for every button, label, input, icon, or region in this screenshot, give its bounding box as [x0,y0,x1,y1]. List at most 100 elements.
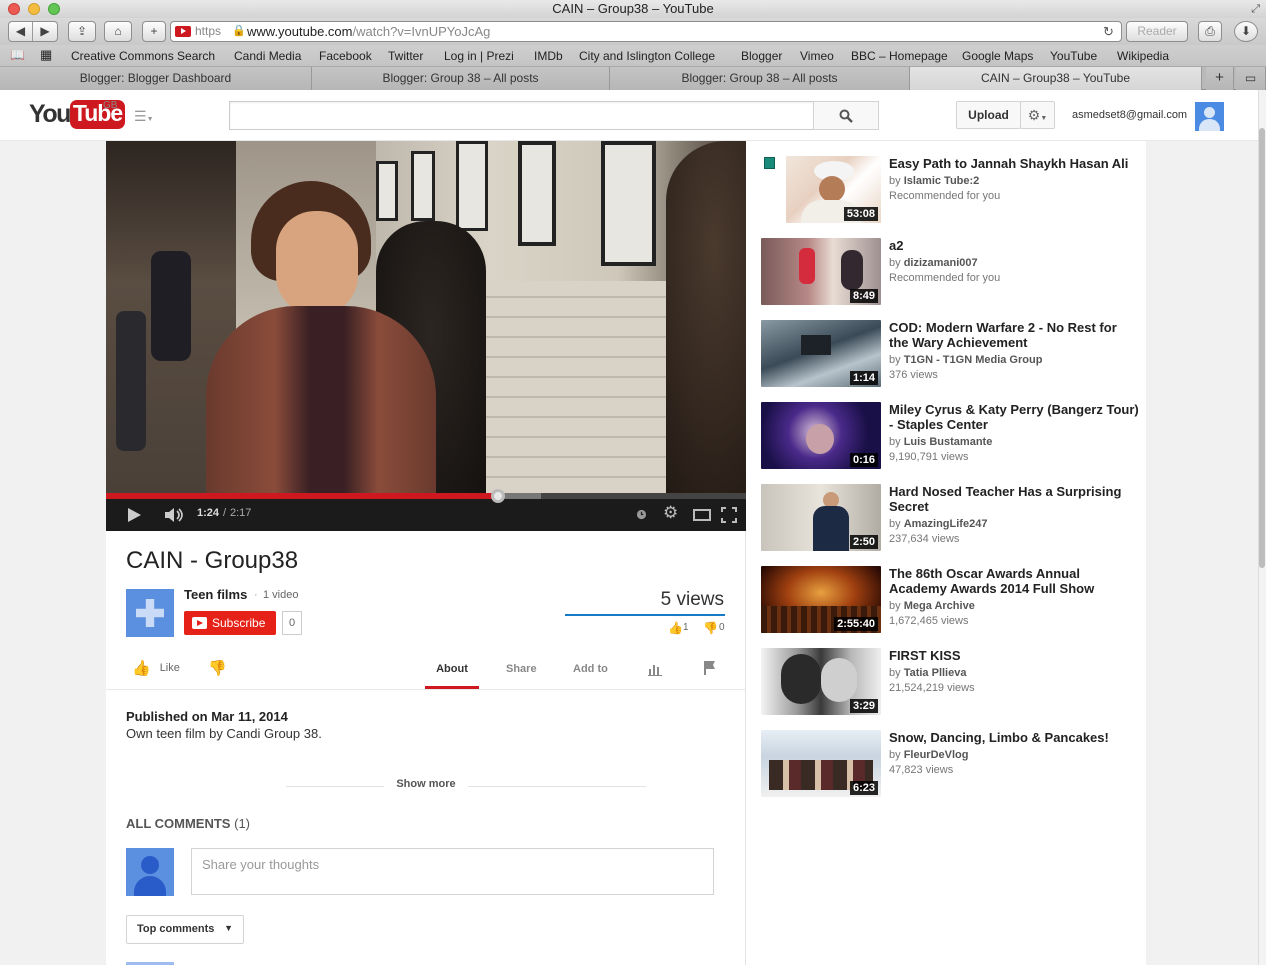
like-button[interactable]: 👍 Like [132,659,180,677]
channel-link[interactable]: AmazingLife247 [904,518,988,530]
video-thumbnail[interactable]: 8:49 [761,238,881,305]
reader-button[interactable]: Reader [1126,21,1188,42]
tab-blogger-posts-2[interactable]: Blogger: Group 38 – All posts [610,67,910,90]
volume-icon[interactable] [164,507,186,523]
subscribe-button[interactable]: Subscribe [184,611,276,635]
sort-comments-dropdown[interactable]: Top comments ▼ [126,915,244,944]
video-title[interactable]: Hard Nosed Teacher Has a Surprising Secr… [889,484,1139,514]
bookmark-item[interactable]: City and Islington College [579,49,715,63]
related-video-item[interactable]: 8:49 a2 by dizizamani007 Recommended for… [761,238,1141,306]
bookmark-item[interactable]: Wikipedia [1117,49,1169,63]
minimize-window-button[interactable] [28,3,40,15]
bookmark-item[interactable]: Blogger [741,49,782,63]
channel-link[interactable]: Luis Bustamante [904,436,993,448]
search-input[interactable] [229,101,814,130]
account-email[interactable]: asmedset8@gmail.com [1072,109,1187,121]
video-thumbnail[interactable]: 2:50 [761,484,881,551]
video-thumbnail[interactable]: 53:08 [786,156,881,223]
tab-share[interactable]: Share [506,663,537,675]
search-button[interactable] [813,101,879,130]
channel-link[interactable]: Mega Archive [904,600,975,612]
bookmark-item[interactable]: Creative Commons Search [71,49,215,63]
watch-later-icon[interactable] [636,509,647,520]
tab-blogger-dashboard[interactable]: Blogger: Blogger Dashboard [0,67,312,90]
comment-input[interactable]: Share your thoughts [191,848,714,895]
bookmark-item[interactable]: Facebook [319,49,372,63]
video-title[interactable]: a2 [889,238,1139,253]
tab-about[interactable]: About [425,656,479,689]
video-thumbnail[interactable]: 0:16 [761,402,881,469]
play-icon[interactable] [126,507,142,523]
video-thumbnail[interactable]: 2:55:40 [761,566,881,633]
video-thumbnail[interactable]: 3:29 [761,648,881,715]
thumbs-down-icon[interactable]: 👎 [208,659,227,677]
statistics-icon[interactable] [648,662,662,676]
reload-icon[interactable]: ↻ [1103,22,1114,41]
video-title[interactable]: Easy Path to Jannah Shaykh Hasan Ali [889,156,1139,171]
scrubber-handle[interactable] [491,489,506,503]
channel-link[interactable]: FleurDeVlog [904,749,969,761]
bookmark-item[interactable]: Twitter [388,49,423,63]
fullscreen-icon[interactable] [721,507,737,523]
avatar[interactable] [1195,102,1224,131]
fullscreen-icon[interactable]: ⤢ [1251,0,1260,18]
tab-youtube-active[interactable]: CAIN – Group38 – YouTube [910,67,1202,90]
top-sites-icon[interactable]: ▦ [40,47,52,63]
video-frame[interactable] [106,141,746,496]
settings-menu-button[interactable]: ⚙▼ [1020,101,1055,129]
related-video-item[interactable]: 2:50 Hard Nosed Teacher Has a Surprising… [761,484,1141,552]
print-button[interactable]: ⎙ [1198,21,1222,42]
tab-overview-icon[interactable]: ▭ [1236,67,1266,90]
bookmark-item[interactable]: BBC – Homepage [851,49,948,63]
bookmark-item[interactable]: Google Maps [962,49,1033,63]
add-bookmark-button[interactable]: + [142,21,166,42]
downloads-button[interactable]: ⬇ [1234,21,1258,42]
youtube-logo[interactable]: You Tube GB [29,100,126,130]
guide-menu-icon[interactable]: ☰▼ [134,108,154,125]
channel-name[interactable]: Teen films [184,587,247,602]
channel-link[interactable]: dizizamani007 [904,257,978,269]
channel-link[interactable]: T1GN - T1GN Media Group [904,354,1043,366]
bookmark-item[interactable]: Vimeo [800,49,834,63]
related-video-item[interactable]: 0:16 Miley Cyrus & Katy Perry (Bangerz T… [761,402,1141,470]
video-thumbnail[interactable]: 1:14 [761,320,881,387]
upload-button[interactable]: Upload [956,101,1021,129]
channel-link[interactable]: Tatia Pllieva [904,667,967,679]
bookmark-item[interactable]: Log in | Prezi [444,49,514,63]
address-bar[interactable]: https 🔒 www.youtube.com/watch?v=IvnUPYoJ… [170,21,1122,42]
bookmark-item[interactable]: YouTube [1050,49,1097,63]
bookmark-item[interactable]: IMDb [534,49,563,63]
video-title[interactable]: COD: Modern Warfare 2 - No Rest for the … [889,320,1139,350]
home-button[interactable]: ⌂ [104,21,132,42]
close-window-button[interactable] [8,3,20,15]
video-thumbnail[interactable]: 6:23 [761,730,881,797]
forward-icon[interactable]: ▶ [33,22,57,41]
reading-list-icon[interactable]: 📖 [10,48,25,62]
progress-bar[interactable] [106,489,746,503]
video-title[interactable]: The 86th Oscar Awards Annual Academy Awa… [889,566,1139,596]
related-video-item[interactable]: 1:14 COD: Modern Warfare 2 - No Rest for… [761,320,1141,388]
flag-icon[interactable] [703,660,717,676]
back-icon[interactable]: ◀ [9,22,33,41]
back-forward-buttons[interactable]: ◀ ▶ [8,21,58,42]
channel-link[interactable]: Islamic Tube:2 [904,175,980,187]
page-scrollbar-thumb[interactable] [1259,128,1265,568]
related-video-item[interactable]: 6:23 Snow, Dancing, Limbo & Pancakes! by… [761,730,1141,798]
url-text[interactable]: www.youtube.com/watch?v=IvnUPYoJcAg [247,22,490,41]
channel-avatar[interactable] [126,589,174,637]
theater-mode-icon[interactable] [693,509,711,521]
tab-blogger-posts[interactable]: Blogger: Group 38 – All posts [312,67,610,90]
related-video-item[interactable]: 2:55:40 The 86th Oscar Awards Annual Aca… [761,566,1141,634]
channel-video-count[interactable]: 1 video [263,589,298,601]
tab-add-to[interactable]: Add to [573,663,608,675]
video-title[interactable]: Miley Cyrus & Katy Perry (Bangerz Tour) … [889,402,1139,432]
share-button[interactable]: ⇪ [68,21,96,42]
gear-icon[interactable]: ⚙ [663,503,678,523]
related-video-item[interactable]: 3:29 FIRST KISS by Tatia Pllieva 21,524,… [761,648,1141,716]
video-title[interactable]: FIRST KISS [889,648,1139,663]
new-tab-button[interactable]: + [1206,67,1234,90]
show-more-button[interactable]: Show more [384,778,468,790]
bookmark-item[interactable]: Candi Media [234,49,301,63]
video-player[interactable]: 1:24 / 2:17 ⚙ [106,141,746,531]
video-title[interactable]: Snow, Dancing, Limbo & Pancakes! [889,730,1139,745]
